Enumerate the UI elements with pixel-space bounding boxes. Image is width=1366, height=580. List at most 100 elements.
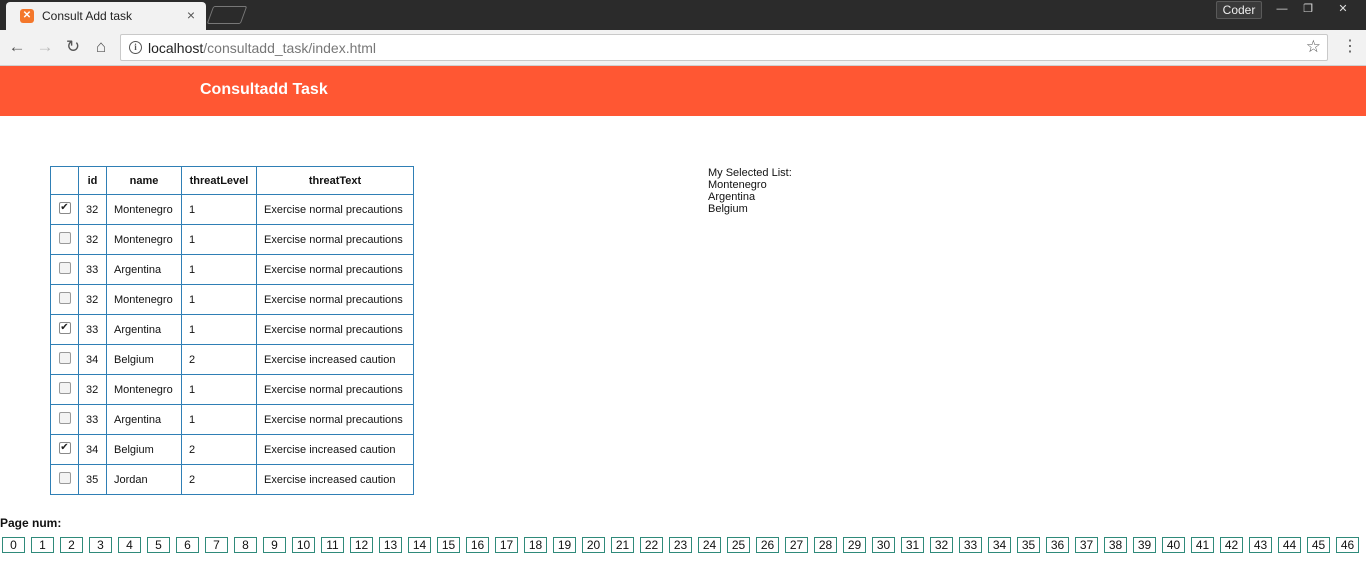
page-button[interactable]: 18 (524, 537, 547, 553)
browser-tab[interactable]: ✕ Consult Add task × (6, 2, 206, 30)
page-button[interactable]: 16 (466, 537, 489, 553)
page-button[interactable]: 6 (176, 537, 199, 553)
minimize-icon[interactable]: — (1268, 0, 1296, 18)
page-button[interactable]: 39 (1133, 537, 1156, 553)
page-button[interactable]: 17 (495, 537, 518, 553)
page-button[interactable]: 8 (234, 537, 257, 553)
window-close-icon[interactable]: ✕ (1320, 0, 1366, 18)
back-arrow-icon[interactable]: ← (8, 38, 26, 56)
selected-list-title: My Selected List: (708, 167, 792, 179)
row-threat-text: Exercise normal precautions (256, 374, 414, 405)
page-button[interactable]: 23 (669, 537, 692, 553)
page-button[interactable]: 31 (901, 537, 924, 553)
page-button[interactable]: 35 (1017, 537, 1040, 553)
page-button[interactable]: 43 (1249, 537, 1272, 553)
bookmark-star-icon[interactable]: ☆ (1306, 37, 1321, 57)
page-button[interactable]: 44 (1278, 537, 1301, 553)
row-checkbox[interactable] (58, 261, 71, 274)
row-name: Belgium (106, 434, 182, 465)
page-button[interactable]: 1 (31, 537, 54, 553)
page-button[interactable]: 7 (205, 537, 228, 553)
new-tab-button[interactable] (206, 6, 248, 24)
page-button[interactable]: 4 (118, 537, 141, 553)
column-header-id: id (78, 166, 107, 195)
row-checkbox[interactable] (58, 351, 71, 364)
row-threat-level: 2 (181, 344, 257, 375)
row-checkbox[interactable] (58, 231, 71, 244)
page-button[interactable]: 37 (1075, 537, 1098, 553)
row-checkbox[interactable]: ✔ (58, 321, 71, 334)
row-id: 32 (78, 224, 107, 255)
address-bar[interactable]: i localhost/consultadd_task/index.html ☆ (120, 34, 1328, 61)
home-icon[interactable]: ⌂ (92, 38, 110, 56)
column-header-threat-text: threatText (256, 166, 414, 195)
row-threat-text: Exercise normal precautions (256, 254, 414, 285)
table-row: 33 Argentina 1 Exercise normal precautions (50, 404, 414, 435)
row-id: 33 (78, 314, 107, 345)
page-button[interactable]: 9 (263, 537, 286, 553)
page-button[interactable]: 28 (814, 537, 837, 553)
page-button[interactable]: 26 (756, 537, 779, 553)
profile-button[interactable]: Coder (1216, 1, 1262, 19)
row-checkbox[interactable]: ✔ (58, 201, 71, 214)
page-button[interactable]: 30 (872, 537, 895, 553)
page-button[interactable]: 38 (1104, 537, 1127, 553)
table-row: 35 Jordan 2 Exercise increased caution (50, 464, 414, 495)
row-checkbox[interactable] (58, 411, 71, 424)
page-button[interactable]: 15 (437, 537, 460, 553)
page-button[interactable]: 21 (611, 537, 634, 553)
restore-icon[interactable]: ❐ (1294, 0, 1322, 18)
page-button[interactable]: 10 (292, 537, 315, 553)
page-button[interactable]: 22 (640, 537, 663, 553)
row-id: 34 (78, 434, 107, 465)
page-header: Consultadd Task (0, 66, 1366, 116)
page-button[interactable]: 34 (988, 537, 1011, 553)
page-button[interactable]: 25 (727, 537, 750, 553)
page-button[interactable]: 40 (1162, 537, 1185, 553)
page-button[interactable]: 3 (89, 537, 112, 553)
page-button[interactable]: 13 (379, 537, 402, 553)
page-button[interactable]: 24 (698, 537, 721, 553)
page-button[interactable]: 0 (2, 537, 25, 553)
page-button[interactable]: 42 (1220, 537, 1243, 553)
page-button[interactable]: 27 (785, 537, 808, 553)
page-button[interactable]: 46 (1336, 537, 1359, 553)
row-threat-text: Exercise normal precautions (256, 404, 414, 435)
page-button[interactable]: 33 (959, 537, 982, 553)
row-threat-level: 1 (181, 224, 257, 255)
page-button[interactable]: 20 (582, 537, 605, 553)
page-button[interactable]: 12 (350, 537, 373, 553)
page-button[interactable]: 2 (60, 537, 83, 553)
browser-menu-icon[interactable]: ⋮ (1342, 38, 1358, 56)
page-button[interactable]: 41 (1191, 537, 1214, 553)
table-row: 32 Montenegro 1 Exercise normal precautions (50, 224, 414, 255)
row-name: Montenegro (106, 194, 182, 225)
row-checkbox[interactable] (58, 471, 71, 484)
row-id: 32 (78, 284, 107, 315)
info-icon[interactable]: i (129, 41, 142, 54)
row-threat-text: Exercise normal precautions (256, 224, 414, 255)
tab-close-icon[interactable]: × (184, 7, 198, 23)
row-checkbox[interactable] (58, 381, 71, 394)
row-name: Argentina (106, 314, 182, 345)
page-button[interactable]: 14 (408, 537, 431, 553)
table-row: ✔ 34 Belgium 2 Exercise increased caution (50, 434, 414, 465)
forward-arrow-icon[interactable]: → (36, 38, 54, 56)
page-button[interactable]: 5 (147, 537, 170, 553)
page-button[interactable]: 29 (843, 537, 866, 553)
page-button[interactable]: 11 (321, 537, 344, 553)
column-header-name: name (106, 166, 182, 195)
page-button[interactable]: 45 (1307, 537, 1330, 553)
row-id: 33 (78, 404, 107, 435)
selected-list-item: Argentina (708, 191, 756, 203)
reload-icon[interactable]: ↻ (64, 38, 82, 56)
page-button[interactable]: 32 (930, 537, 953, 553)
table-row: ✔ 32 Montenegro 1 Exercise normal precaution… (50, 194, 414, 225)
url-host: localhost (148, 40, 204, 56)
row-threat-level: 2 (181, 434, 257, 465)
page-title: Consultadd Task (200, 81, 328, 98)
page-button[interactable]: 36 (1046, 537, 1069, 553)
page-button[interactable]: 19 (553, 537, 576, 553)
row-checkbox[interactable]: ✔ (58, 441, 71, 454)
row-checkbox[interactable] (58, 291, 71, 304)
